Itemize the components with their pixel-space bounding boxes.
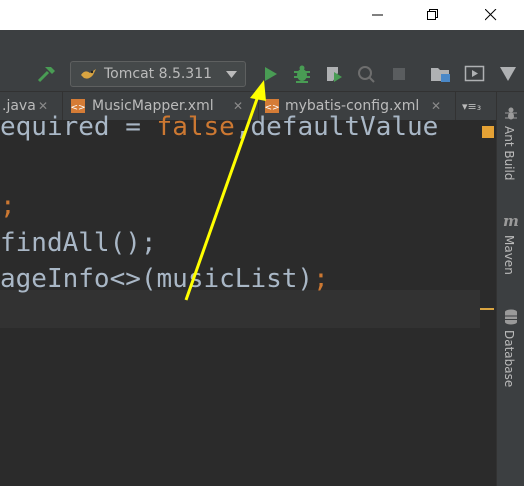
annotation-arrow — [184, 80, 266, 301]
